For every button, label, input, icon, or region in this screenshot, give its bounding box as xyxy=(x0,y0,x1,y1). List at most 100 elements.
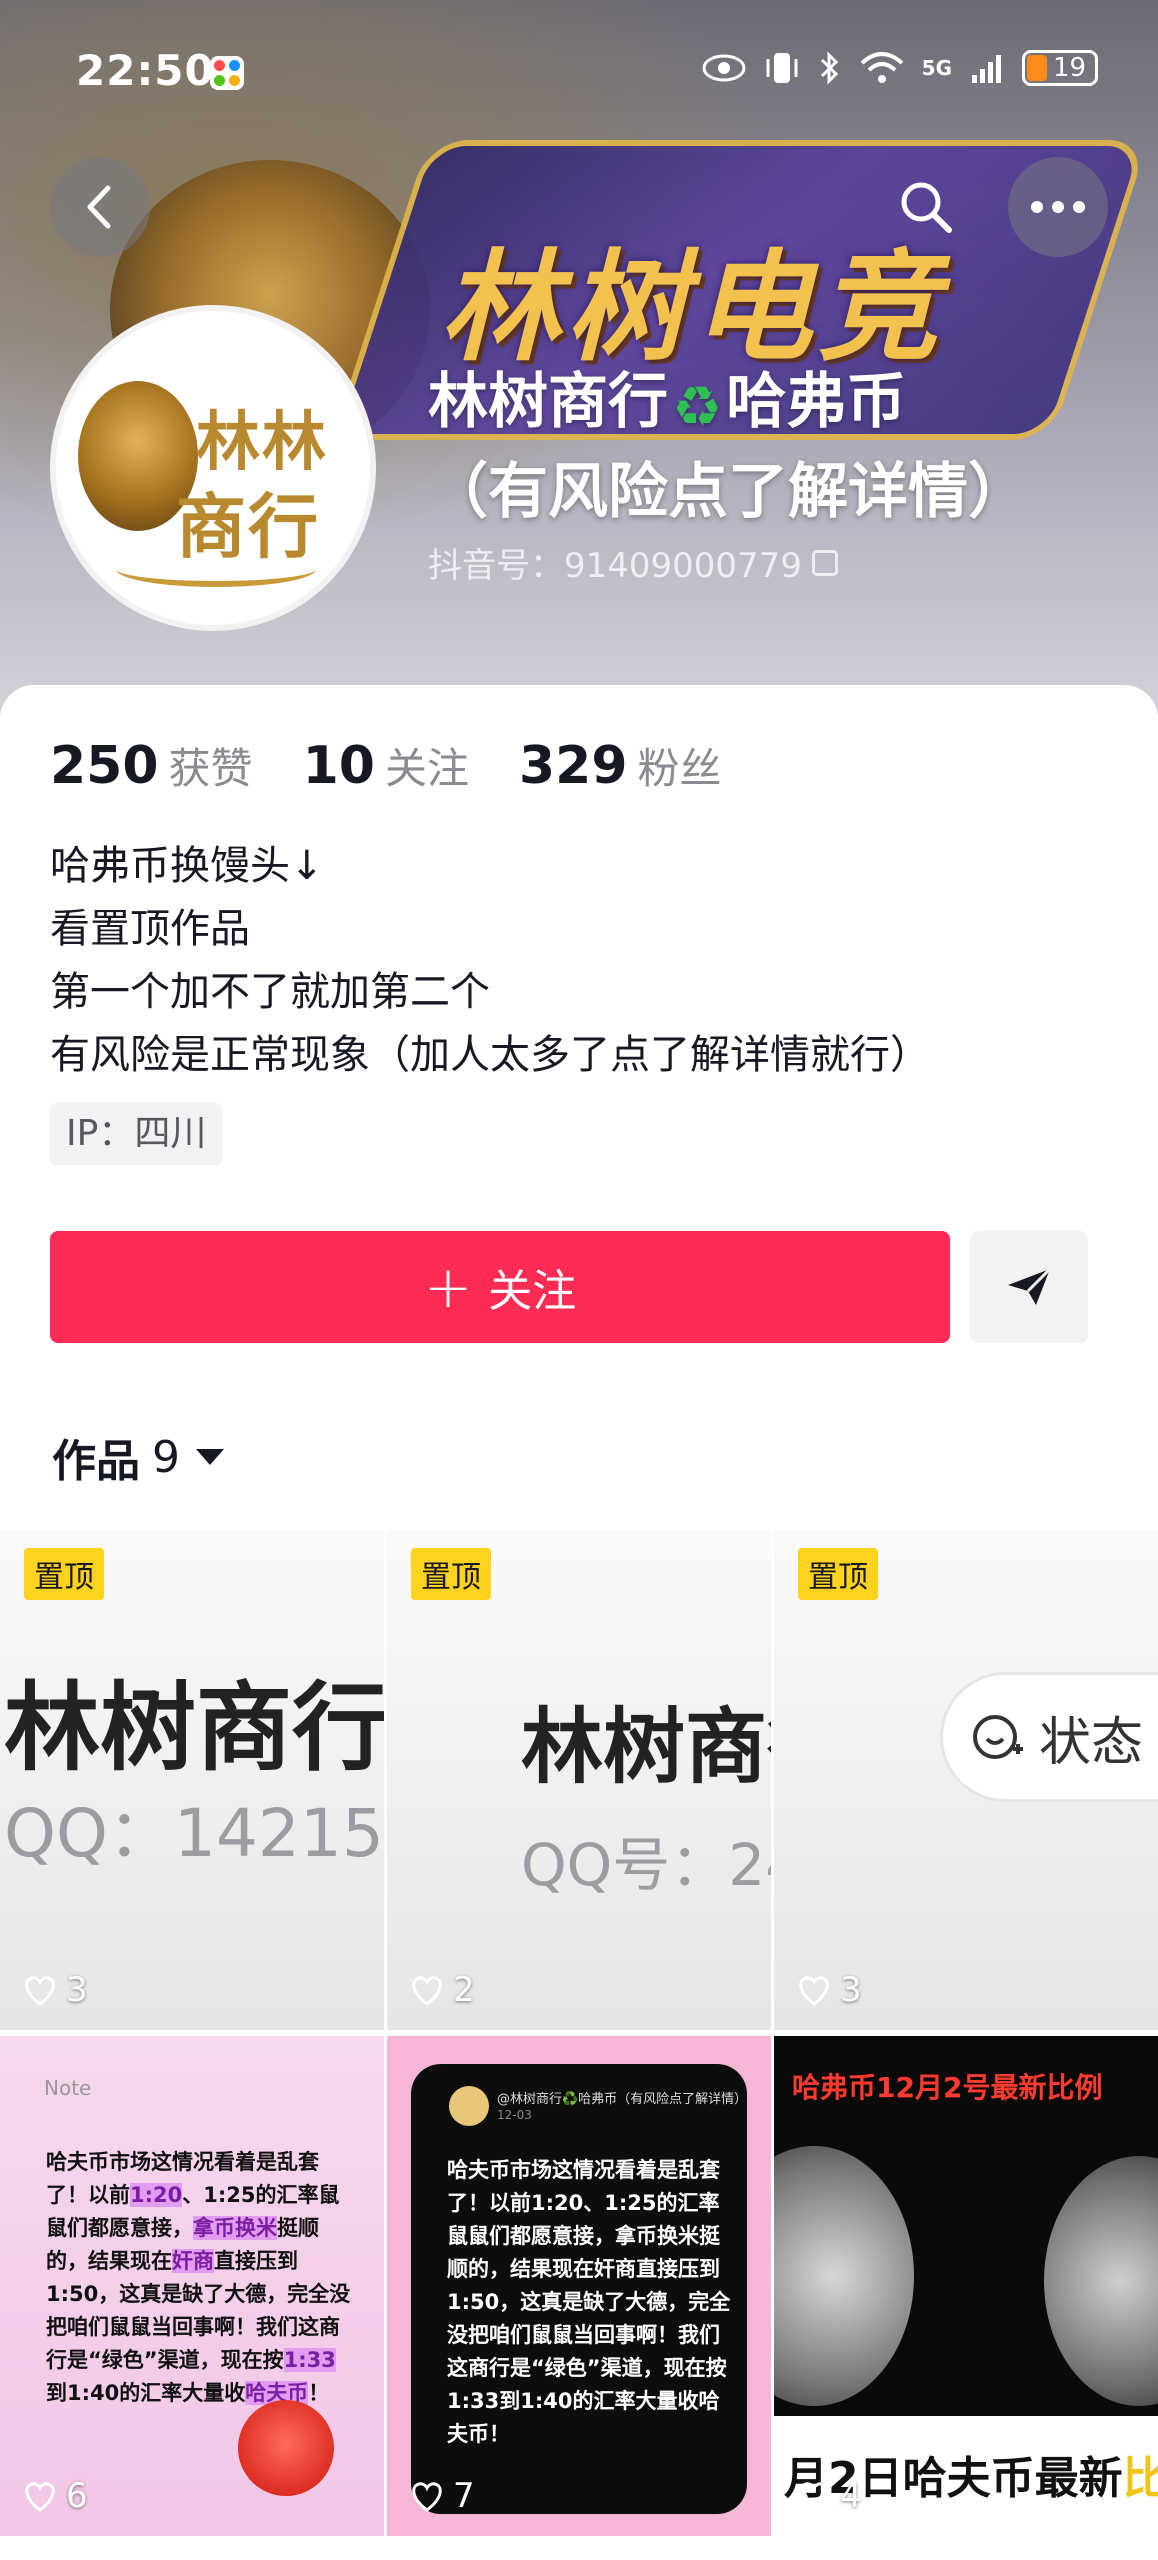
video-tile[interactable]: 哈弗币12月2号最新比例 月2日哈夫币最新比 4 xyxy=(774,2036,1158,2536)
stat-likes-value: 250 xyxy=(50,736,159,796)
heart-icon xyxy=(799,1976,829,2006)
douyin-id-text: 抖音号：91409000779 xyxy=(428,546,802,586)
mini-avatar xyxy=(449,2086,489,2126)
battery-indicator: 19 xyxy=(1022,50,1098,86)
stat-likes-label: 获赞 xyxy=(168,744,253,793)
banner-logo-text: 林树电竞 xyxy=(440,239,944,378)
tile-headline: 林树商行 xyxy=(521,1700,771,1795)
stat-followers-label: 粉丝 xyxy=(637,744,722,793)
note-label: Note xyxy=(44,2076,92,2100)
status-pill: 状态 xyxy=(940,1672,1158,1802)
bio-line: 有风险是正常现象（加人太多了点了解详情就行） xyxy=(50,1032,930,1078)
avatar-text-line1: 林林 xyxy=(196,406,328,480)
back-icon xyxy=(87,185,111,229)
tile-likes-count: 6 xyxy=(66,2476,88,2516)
search-icon xyxy=(901,182,952,233)
tile-title: 哈弗币12月2号最新比例 xyxy=(792,2071,1103,2104)
share-button[interactable] xyxy=(970,1231,1088,1343)
tile-likes-count: 7 xyxy=(453,2476,475,2516)
caption-highlight: 奸商 xyxy=(172,2249,214,2273)
mini-author-name: @林树商行♻️哈弗币（有风险点了解详情） xyxy=(497,2092,748,2107)
tile-likes: 4 xyxy=(796,2476,862,2516)
follow-button[interactable]: + 关注 xyxy=(50,1231,950,1343)
signal-icon xyxy=(972,55,1001,83)
more-button[interactable] xyxy=(1008,157,1108,257)
profile-name-part2: 哈弗币 xyxy=(726,367,907,437)
bio-line: 第一个加不了就加第二个 xyxy=(50,969,490,1015)
tile-likes-count: 3 xyxy=(66,1970,88,2010)
search-button[interactable] xyxy=(886,167,966,247)
profile-name-part1: 林树商行 xyxy=(428,367,668,437)
stat-followers-value: 329 xyxy=(518,736,628,796)
video-tile[interactable]: @林树商行♻️哈弗币（有风险点了解详情） 12-03 哈夫币市场这情况看着是乱套… xyxy=(387,2036,771,2536)
notification-app-icon xyxy=(210,56,244,90)
caption-segment: ！ xyxy=(308,2381,330,2405)
status-bar: 22:50 5G 19 xyxy=(0,0,1158,140)
works-tab-label: 作品 xyxy=(52,1436,140,1487)
recycle-icon: ♻ xyxy=(672,375,723,440)
profile-name-part3: （有风险点了解详情） xyxy=(428,457,1028,527)
profile-name: 林树商行♻哈弗币 （有风险点了解详情） xyxy=(428,360,1128,534)
ip-location-tag: IP：四川 xyxy=(50,1103,223,1165)
bluetooth-icon xyxy=(820,51,838,85)
status-icons: 5G 19 xyxy=(702,50,1098,86)
video-tile[interactable]: 置顶 林树商行 QQ号：2465231479 2 xyxy=(387,1530,771,2030)
douyin-id[interactable]: 抖音号：91409000779 xyxy=(428,538,838,587)
tile-likes-count: 4 xyxy=(840,2476,862,2516)
share-icon xyxy=(1008,1267,1052,1305)
caption-highlight: 拿币换米 xyxy=(193,2216,277,2240)
stat-following[interactable]: 10 关注 xyxy=(303,735,469,796)
heart-icon xyxy=(25,1976,55,2006)
status-pill-label: 状态 xyxy=(1039,1712,1144,1773)
tile-qq-text: QQ：142153 xyxy=(4,1795,384,1872)
vibrate-icon xyxy=(766,53,798,83)
heart-icon xyxy=(412,1976,442,2006)
tile-likes: 7 xyxy=(409,2476,475,2516)
more-icon xyxy=(1031,201,1085,213)
eye-icon xyxy=(702,54,746,82)
bio-line: 哈弗币换馒头↓ xyxy=(50,843,324,889)
tile-likes-count: 3 xyxy=(840,1970,862,2010)
coin-image xyxy=(774,2146,914,2406)
tile-caption-text: 哈夫币市场这情况看着是乱套了！以前1:20、1:25的汇率鼠鼠们都愿意接，拿币换… xyxy=(447,2158,731,2446)
stat-followers[interactable]: 329 粉丝 xyxy=(519,735,722,796)
stat-following-value: 10 xyxy=(302,736,375,796)
profile-bio: 哈弗币换馒头↓ 看置顶作品 第一个加不了就加第二个 有风险是正常现象（加人太多了… xyxy=(50,835,930,1087)
copy-icon[interactable] xyxy=(811,549,838,576)
tile-likes: 2 xyxy=(409,1970,475,2010)
bottom-text-highlight: 比 xyxy=(1122,2453,1158,2504)
tile-qq-text: QQ号：2465231479 xyxy=(521,1831,771,1899)
profile-stats: 250 获赞 10 关注 329 粉丝 xyxy=(50,735,722,796)
plus-icon: + xyxy=(423,1253,473,1321)
stat-following-label: 关注 xyxy=(384,744,469,793)
tile-caption-text: 哈夫币市场这情况看着是乱套了！以前1:20、1:25的汇率鼠鼠们都愿意接，拿币换… xyxy=(46,2146,356,2410)
tile-headline: 林树商行 xyxy=(4,1672,384,1784)
mini-post-date: 12-03 xyxy=(497,2108,532,2122)
chevron-down-icon xyxy=(196,1449,224,1465)
network-type: 5G xyxy=(921,56,952,80)
battery-level: 19 xyxy=(1053,53,1087,83)
tile-likes: 6 xyxy=(22,2476,88,2516)
heart-icon xyxy=(25,2482,55,2512)
back-button[interactable] xyxy=(50,157,150,257)
caption-highlight: 1:20 xyxy=(130,2183,183,2207)
stat-likes[interactable]: 250 获赞 xyxy=(50,735,253,796)
angry-face-icon xyxy=(238,2400,334,2496)
status-icon xyxy=(973,1715,1023,1759)
pinned-badge: 置顶 xyxy=(411,1548,491,1600)
status-time: 22:50 xyxy=(76,46,215,95)
caption-segment: 到1:40的汇率大量收 xyxy=(46,2381,246,2405)
caption-highlight: 1:33 xyxy=(283,2348,336,2372)
works-tab[interactable]: 作品 9 xyxy=(52,1425,224,1489)
video-tile[interactable]: Note 哈夫币市场这情况看着是乱套了！以前1:20、1:25的汇率鼠鼠们都愿意… xyxy=(0,2036,384,2536)
follow-button-label: 关注 xyxy=(488,1266,577,1317)
avatar[interactable]: 林林 商行 xyxy=(50,305,376,631)
video-tile[interactable]: 置顶 林树商行 QQ：142153 3 xyxy=(0,1530,384,2030)
bio-line: 看置顶作品 xyxy=(50,906,250,952)
works-count: 9 xyxy=(152,1431,180,1483)
heart-icon xyxy=(799,2482,829,2512)
coin-image xyxy=(1044,2156,1158,2406)
tile-likes-count: 2 xyxy=(453,1970,475,2010)
heart-icon xyxy=(412,2482,442,2512)
pinned-badge: 置顶 xyxy=(24,1548,104,1600)
